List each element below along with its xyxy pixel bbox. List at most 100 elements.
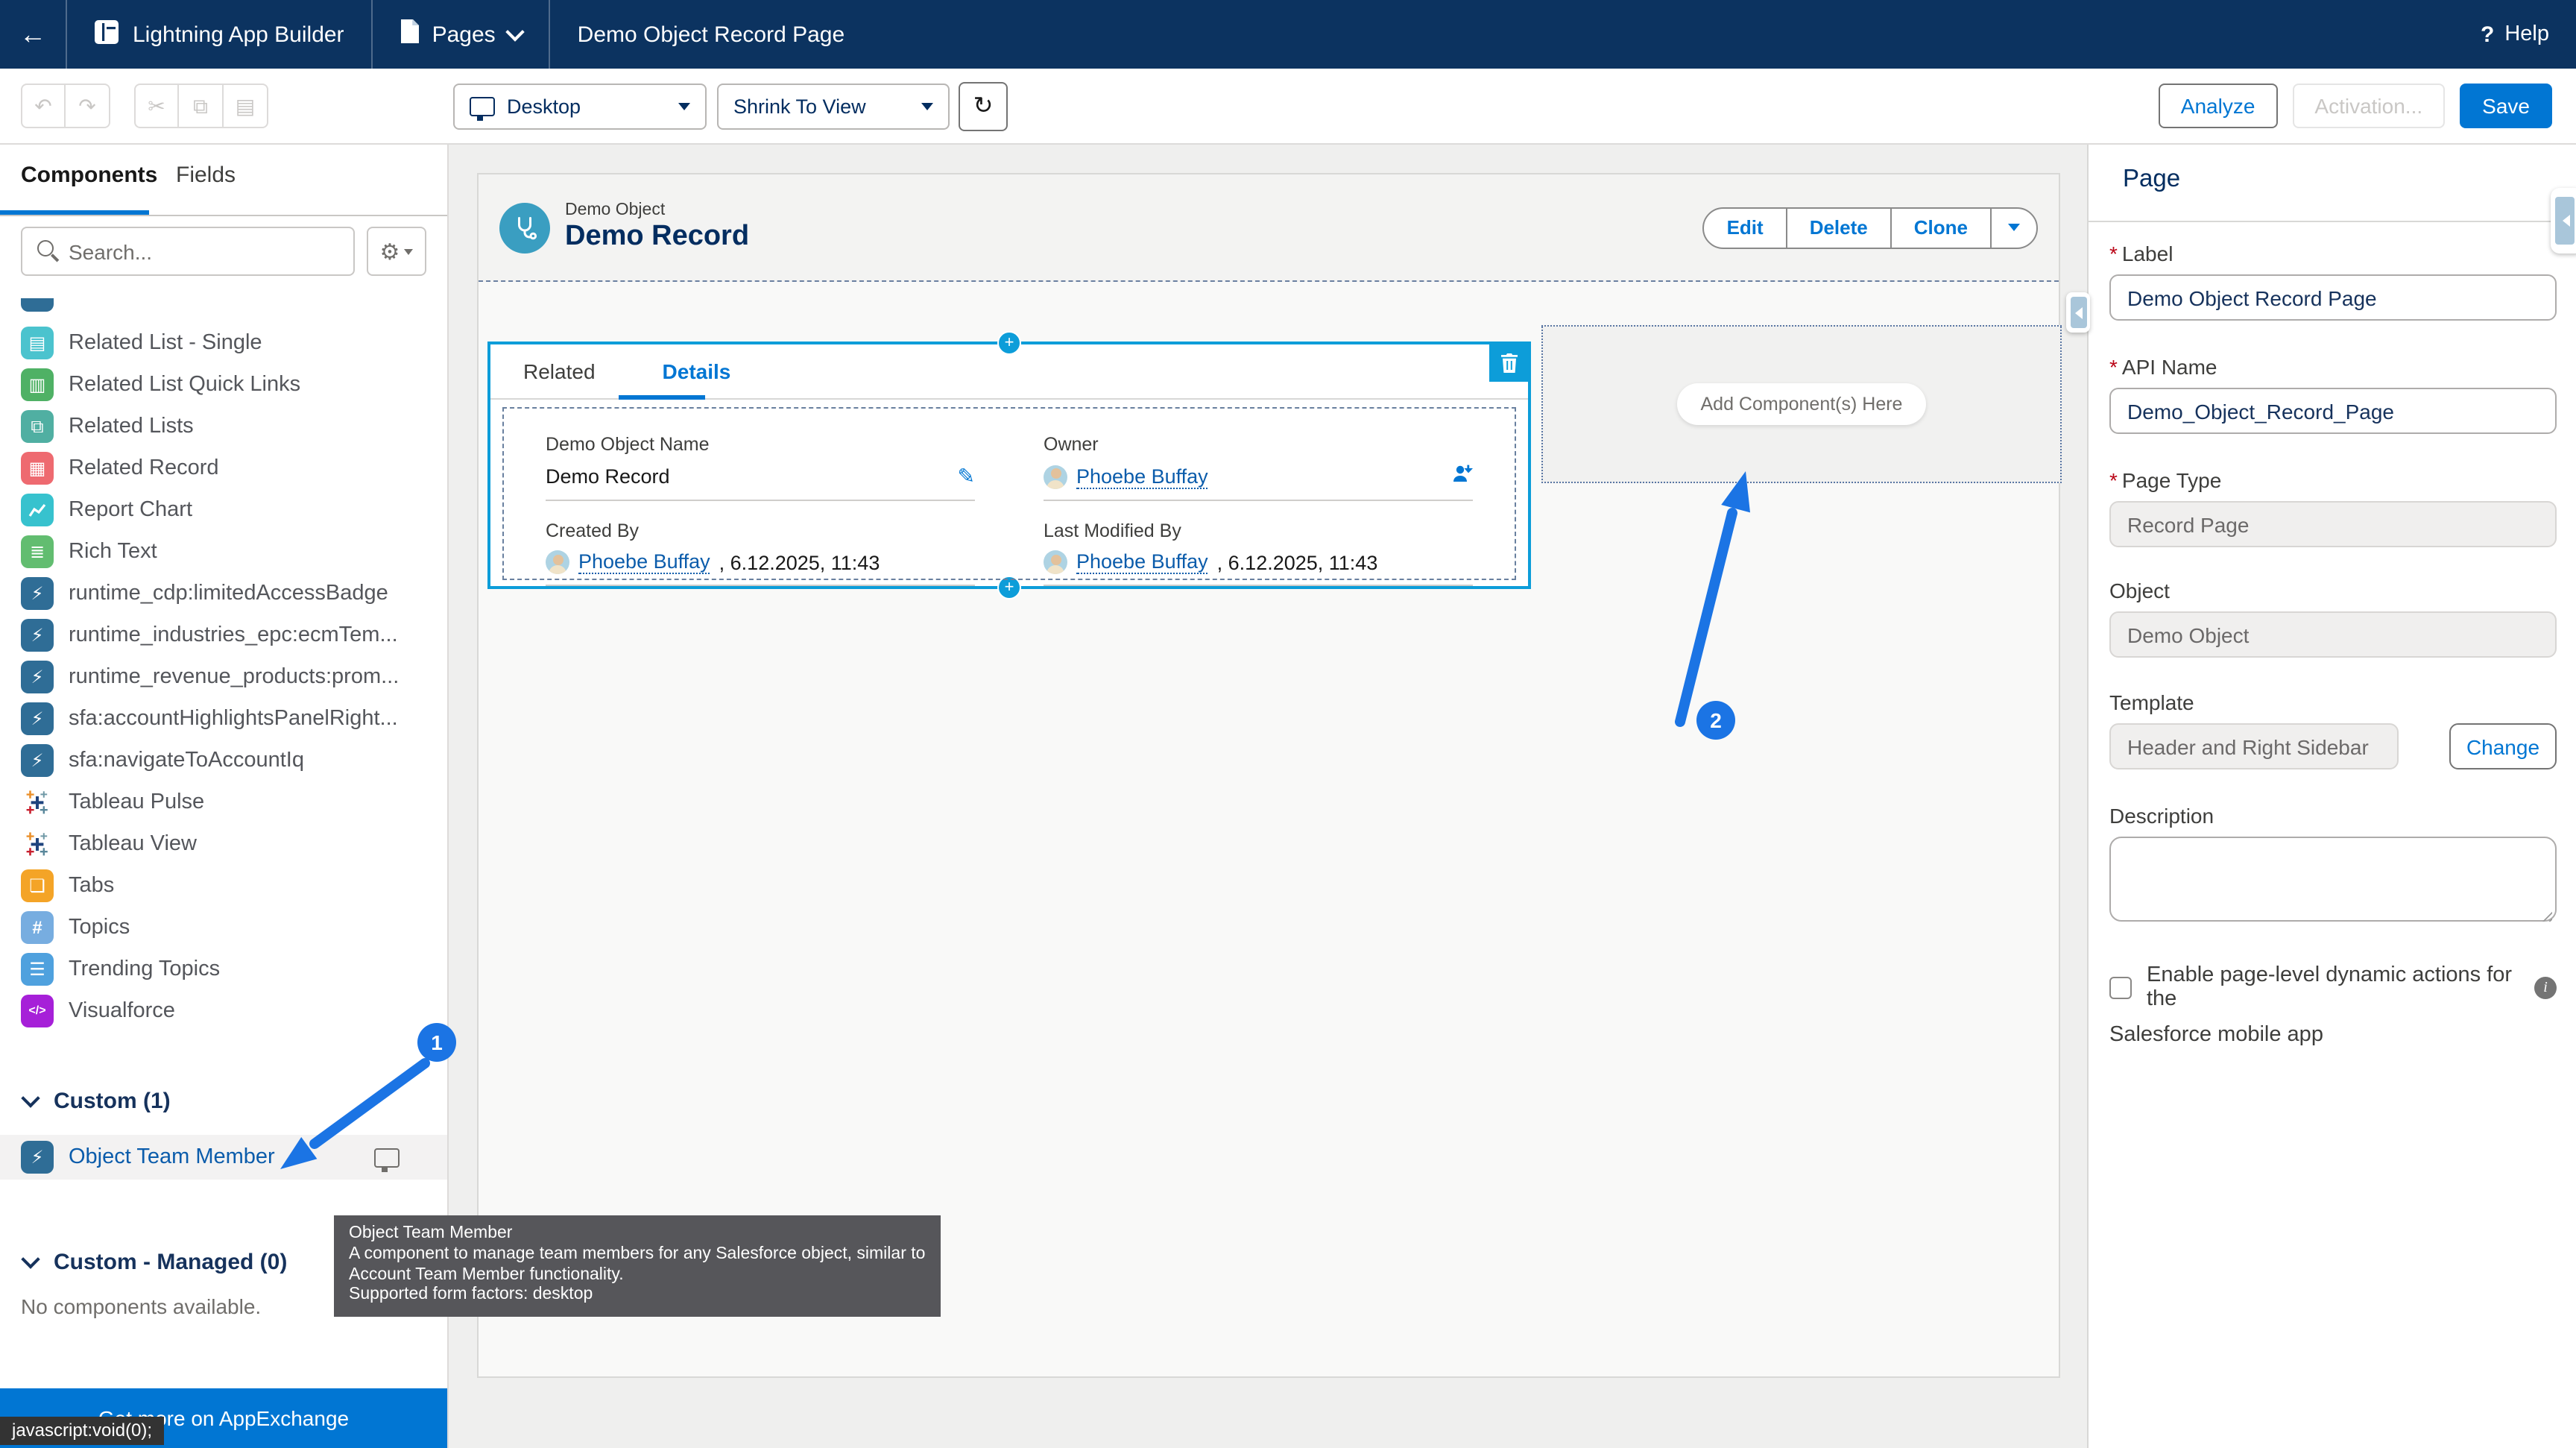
component-item[interactable]: ⧉ Related Lists: [0, 406, 447, 447]
field-last-modified-by: Last Modified By Phoebe Buffay , 6.12.20…: [1044, 520, 1473, 586]
component-dropzone[interactable]: Add Component(s) Here: [1541, 325, 2062, 483]
custom-section-header[interactable]: Custom (1): [0, 1081, 447, 1120]
caret-down-icon: [678, 102, 690, 116]
component-item[interactable]: # Topics: [0, 907, 447, 948]
panel-collapse-button[interactable]: [2066, 292, 2090, 333]
field-demo-object-name: Demo Object Name Demo Record ✎: [546, 434, 975, 501]
component-item-object-team-member[interactable]: ⚡ Object Team Member: [0, 1135, 447, 1180]
description-textarea[interactable]: [2109, 837, 2557, 922]
refresh-icon: ↻: [973, 91, 994, 121]
analyze-button[interactable]: Analyze: [2159, 84, 2278, 128]
label-input[interactable]: [2109, 274, 2557, 321]
selected-tabs-component[interactable]: + + Related Details Demo Object Name: [487, 341, 1531, 589]
component-item[interactable]: </> Visualforce: [0, 990, 447, 1032]
template-input: [2109, 723, 2399, 769]
help-label: Help: [2504, 22, 2549, 46]
activation-button[interactable]: Activation...: [2292, 84, 2445, 128]
tab-related[interactable]: Related: [523, 359, 596, 383]
component-item[interactable]: ⚡ runtime_revenue_products:prom...: [0, 656, 447, 698]
builder-toolbar: ↶ ↷ ✂ ⧉ ▤ Desktop Shrink To View ↻ Analy…: [0, 69, 2576, 145]
tab-details[interactable]: Details: [663, 359, 731, 383]
lightning-component-icon: ⚡: [21, 577, 54, 610]
app-title: Lightning App Builder: [133, 22, 344, 47]
caret-down-icon: [404, 249, 413, 259]
created-by-link[interactable]: Phoebe Buffay: [578, 550, 710, 574]
api-name-field-group: *API Name: [2109, 355, 2557, 434]
field-owner: Owner Phoebe Buffay: [1044, 434, 1473, 501]
page-canvas: Demo Object Demo Record Edit Delete Clon…: [477, 173, 2060, 1378]
delete-button[interactable]: Delete: [1786, 208, 1890, 247]
refresh-button[interactable]: ↻: [959, 81, 1008, 130]
device-select[interactable]: Desktop: [453, 83, 707, 129]
component-item[interactable]: ⚡ sfa:navigateToAccountIq: [0, 740, 447, 781]
page-properties-panel: Page *Label *API Name *Page Type Object …: [2087, 143, 2576, 1448]
api-name-input[interactable]: [2109, 388, 2557, 434]
page-type-input: [2109, 501, 2557, 547]
copy-button[interactable]: ⧉: [179, 84, 224, 128]
object-field-group: Object: [2109, 579, 2557, 658]
paste-button[interactable]: ▤: [224, 84, 268, 128]
component-item[interactable]: ⚡ runtime_industries_epc:ecmTem...: [0, 614, 447, 656]
view-zoom-select[interactable]: Shrink To View: [717, 83, 950, 129]
tab-components[interactable]: Components: [21, 163, 157, 188]
save-button[interactable]: Save: [2460, 84, 2552, 128]
device-select-value: Desktop: [507, 95, 581, 117]
component-item[interactable]: ▤ Related List - Single: [0, 322, 447, 364]
record-header-region[interactable]: Demo Object Demo Record Edit Delete Clon…: [479, 174, 2059, 282]
tab-fields[interactable]: Fields: [176, 163, 236, 188]
pages-menu[interactable]: Pages: [373, 0, 549, 69]
scissors-icon: ✂: [148, 93, 165, 119]
more-actions-button[interactable]: [1990, 208, 2036, 247]
component-item[interactable]: ❏ Tabs: [0, 865, 447, 907]
report-chart-icon: [21, 494, 54, 526]
component-item[interactable]: ⚡ runtime_cdp:limitedAccessBadge: [0, 573, 447, 614]
edit-pencil-icon[interactable]: ✎: [958, 464, 975, 489]
clipboard-group: ✂ ⧉ ▤: [134, 84, 268, 128]
template-field-group: Template Change: [2109, 690, 2557, 769]
component-item[interactable]: ≣ Rich Text: [0, 531, 447, 573]
component-item[interactable]: ☰ Trending Topics: [0, 948, 447, 990]
back-button[interactable]: ←: [0, 0, 66, 69]
description-field-group: Description: [2109, 804, 2557, 929]
modified-by-link[interactable]: Phoebe Buffay: [1076, 550, 1208, 574]
app-title-section: Lightning App Builder: [67, 0, 371, 69]
owner-link[interactable]: Phoebe Buffay: [1076, 465, 1208, 488]
dropzone-label: Add Component(s) Here: [1677, 383, 1927, 425]
component-item[interactable]: Tableau View: [0, 823, 447, 865]
component-item[interactable]: ▥ Related List Quick Links: [0, 364, 447, 406]
record-tabs-bar: Related Details: [490, 344, 1528, 400]
cut-button[interactable]: ✂: [134, 84, 179, 128]
record-object-icon: [499, 202, 550, 253]
change-owner-icon[interactable]: [1452, 464, 1473, 489]
tableau-icon: [21, 786, 54, 819]
label-field-group: *Label: [2109, 242, 2557, 321]
copy-icon: ⧉: [193, 93, 208, 119]
active-tab-underline: [0, 210, 149, 215]
record-action-group: Edit Delete Clone: [1703, 207, 2038, 248]
related-list-single-icon: ▤: [21, 327, 54, 359]
dynamic-actions-checkbox[interactable]: [2109, 976, 2132, 998]
edit-button[interactable]: Edit: [1705, 208, 1786, 247]
component-item[interactable]: Tableau Pulse: [0, 781, 447, 823]
undo-redo-group: ↶ ↷: [21, 84, 110, 128]
component-item[interactable]: Report Chart: [0, 489, 447, 531]
lightning-component-icon: ⚡: [21, 619, 54, 652]
undo-button[interactable]: ↶: [21, 84, 66, 128]
help-icon: ?: [2481, 22, 2494, 47]
avatar: [546, 550, 569, 574]
component-item[interactable]: ▦ Related Record: [0, 447, 447, 489]
help-menu[interactable]: ? Help: [2454, 0, 2576, 69]
settings-menu-button[interactable]: ⚙: [367, 227, 426, 276]
object-input: [2109, 611, 2557, 658]
field-created-by: Created By Phoebe Buffay , 6.12.2025, 11…: [546, 520, 975, 586]
app-builder-icon: [94, 19, 119, 50]
component-item[interactable]: ⚡ sfa:accountHighlightsPanelRight...: [0, 698, 447, 740]
trending-topics-icon: ☰: [21, 953, 54, 986]
edge-collapse-button[interactable]: [2551, 188, 2576, 254]
search-input[interactable]: [21, 227, 355, 276]
info-icon[interactable]: i: [2534, 976, 2557, 998]
change-template-button[interactable]: Change: [2449, 723, 2557, 769]
redo-button[interactable]: ↷: [66, 84, 110, 128]
clone-button[interactable]: Clone: [1890, 208, 1990, 247]
monitor-icon: [470, 96, 495, 116]
